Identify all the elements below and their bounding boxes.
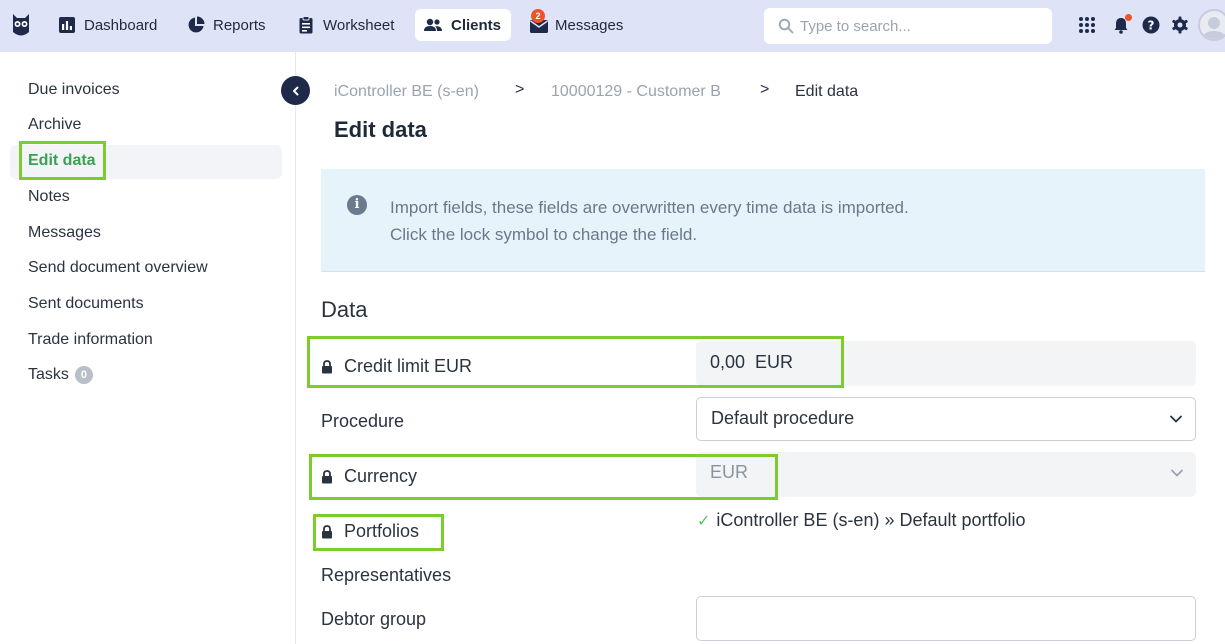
svg-text:?: ?	[1148, 19, 1155, 33]
nav-clients-label: Clients	[451, 16, 502, 34]
procedure-value: Default procedure	[711, 408, 855, 428]
tasks-count-badge: 0	[74, 366, 93, 384]
nav-reports-label: Reports	[213, 16, 266, 34]
highlight-box-credit-limit	[307, 336, 844, 388]
notification-dot	[1125, 14, 1132, 21]
sidebar-item-messages[interactable]: Messages	[28, 224, 101, 242]
nav-messages[interactable]: 2 Messages	[521, 9, 631, 41]
portfolio-value: iController BE (s-en) » Default portfoli…	[716, 510, 1026, 530]
procedure-label: Procedure	[321, 411, 405, 431]
sidebar-item-tasks-label: Tasks	[28, 366, 69, 383]
representatives-label: Representatives	[321, 565, 452, 585]
procedure-select[interactable]: Default procedure	[696, 397, 1196, 441]
page-title: Edit data	[334, 117, 427, 142]
owl-logo-icon[interactable]	[10, 12, 32, 38]
nav-worksheet-label: Worksheet	[323, 16, 395, 34]
sidebar-item-trade-information[interactable]: Trade information	[28, 331, 153, 349]
nav-clients[interactable]: Clients	[415, 9, 511, 41]
breadcrumb-company[interactable]: iController BE (s-en)	[334, 83, 479, 101]
nav-dashboard-label: Dashboard	[84, 16, 158, 34]
messages-count-badge: 2	[531, 9, 545, 23]
sidebar-item-due-invoices[interactable]: Due invoices	[28, 81, 120, 99]
breadcrumb-separator: >	[760, 81, 770, 98]
data-section-title: Data	[321, 297, 368, 322]
clipboard-icon	[299, 16, 313, 34]
info-text-line-1: Import fields, these fields are overwrit…	[390, 198, 909, 217]
debtor-group-input[interactable]	[696, 596, 1196, 641]
apps-grid-icon[interactable]	[1076, 14, 1098, 36]
info-text-line-2: Click the lock symbol to change the fiel…	[390, 225, 698, 244]
bar-chart-icon	[59, 17, 75, 33]
search-input[interactable]: Type to search...	[764, 8, 1052, 44]
chevron-left-icon	[292, 86, 298, 95]
sidebar-item-sent-documents[interactable]: Sent documents	[28, 295, 144, 313]
highlight-box-edit-data	[19, 141, 106, 180]
nav-worksheet[interactable]: Worksheet	[289, 9, 402, 41]
info-icon: i	[347, 195, 367, 215]
portfolio-item[interactable]: ✓ iController BE (s-en) » Default portfo…	[697, 510, 1026, 531]
users-icon	[424, 18, 442, 31]
highlight-box-currency	[309, 454, 778, 500]
top-navigation-bar: Dashboard Reports Worksheet Clients 2 Me…	[0, 0, 1225, 52]
pie-chart-icon	[188, 16, 205, 33]
breadcrumb-current: Edit data	[795, 83, 859, 100]
breadcrumb-customer[interactable]: 10000129 - Customer B	[551, 83, 721, 101]
search-placeholder: Type to search...	[800, 17, 911, 35]
sidebar-item-tasks[interactable]: Tasks 0	[28, 366, 93, 384]
user-avatar[interactable]	[1198, 9, 1225, 41]
nav-messages-label: Messages	[555, 16, 624, 34]
gear-icon[interactable]	[1169, 14, 1191, 36]
search-icon	[778, 18, 794, 34]
check-icon: ✓	[697, 512, 711, 530]
nav-dashboard[interactable]: Dashboard	[50, 9, 165, 41]
breadcrumb-separator: >	[515, 81, 525, 98]
chevron-down-icon	[1170, 415, 1182, 423]
user-icon	[1202, 17, 1225, 39]
sidebar-item-notes[interactable]: Notes	[28, 188, 70, 206]
nav-reports[interactable]: Reports	[179, 9, 274, 41]
sidebar-item-archive[interactable]: Archive	[28, 116, 81, 134]
bell-icon[interactable]	[1110, 14, 1132, 36]
info-alert: i Import fields, these fields are overwr…	[321, 169, 1205, 272]
collapse-sidebar-button[interactable]	[281, 76, 310, 105]
help-icon[interactable]: ?	[1140, 14, 1162, 36]
chevron-down-icon	[1171, 469, 1183, 477]
sidebar-item-send-document-overview[interactable]: Send document overview	[28, 259, 208, 277]
debtor-group-label: Debtor group	[321, 609, 427, 629]
highlight-box-portfolios	[313, 514, 444, 551]
